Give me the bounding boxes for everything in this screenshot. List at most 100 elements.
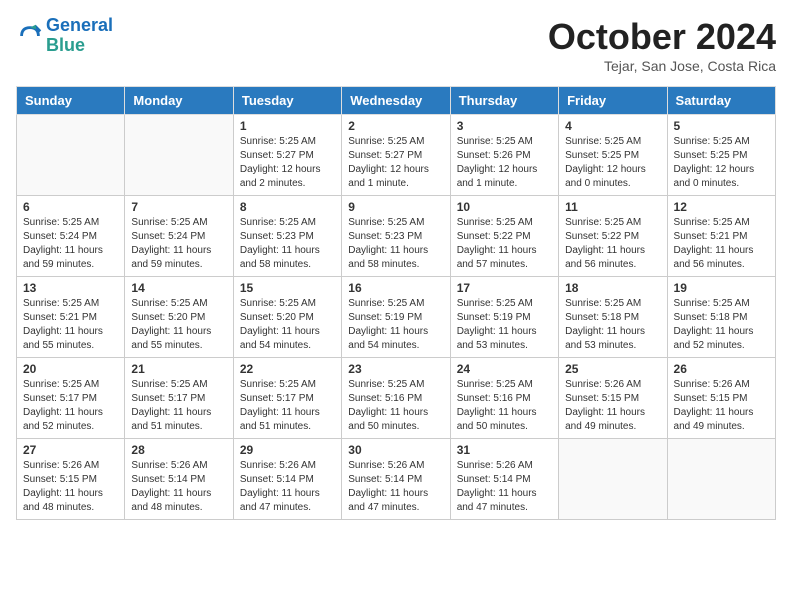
- day-cell: 10 Sunrise: 5:25 AM Sunset: 5:22 PM Dayli…: [450, 196, 558, 277]
- day-number: 5: [674, 119, 769, 133]
- day-info: Sunrise: 5:26 AM Sunset: 5:14 PM Dayligh…: [240, 459, 335, 515]
- day-info: Sunrise: 5:26 AM Sunset: 5:15 PM Dayligh…: [565, 378, 660, 434]
- day-number: 23: [348, 362, 443, 376]
- day-cell: 23 Sunrise: 5:25 AM Sunset: 5:16 PM Dayli…: [342, 358, 450, 439]
- day-info: Sunrise: 5:26 AM Sunset: 5:14 PM Dayligh…: [348, 459, 443, 515]
- day-number: 31: [457, 443, 552, 457]
- logo: General Blue: [16, 16, 113, 56]
- day-info: Sunrise: 5:25 AM Sunset: 5:25 PM Dayligh…: [565, 135, 660, 191]
- day-info: Sunrise: 5:25 AM Sunset: 5:19 PM Dayligh…: [457, 297, 552, 353]
- header-sunday: Sunday: [17, 87, 125, 115]
- day-info: Sunrise: 5:26 AM Sunset: 5:15 PM Dayligh…: [23, 459, 118, 515]
- day-cell: 6Sunrise: 5:25 AM Sunset: 5:24 PM Daylig…: [17, 196, 125, 277]
- day-cell: 4Sunrise: 5:25 AM Sunset: 5:25 PM Daylig…: [559, 115, 667, 196]
- day-cell: 21Sunrise: 5:25 AM Sunset: 5:17 PM Dayli…: [125, 358, 233, 439]
- day-number: 27: [23, 443, 118, 457]
- day-number: 17: [457, 281, 552, 295]
- day-number: 18: [565, 281, 660, 295]
- day-number: 29: [240, 443, 335, 457]
- day-number: 10: [457, 200, 552, 214]
- header-friday: Friday: [559, 87, 667, 115]
- day-info: Sunrise: 5:25 AM Sunset: 5:24 PM Dayligh…: [131, 216, 226, 272]
- day-cell: 29 Sunrise: 5:26 AM Sunset: 5:14 PM Dayli…: [233, 439, 341, 520]
- logo-icon: [16, 22, 44, 50]
- header-wednesday: Wednesday: [342, 87, 450, 115]
- day-info: Sunrise: 5:25 AM Sunset: 5:26 PM Dayligh…: [457, 135, 552, 191]
- day-cell: [17, 115, 125, 196]
- day-number: 12: [674, 200, 769, 214]
- day-info: Sunrise: 5:25 AM Sunset: 5:27 PM Dayligh…: [348, 135, 443, 191]
- day-info: Sunrise: 5:25 AM Sunset: 5:17 PM Dayligh…: [23, 378, 118, 434]
- day-number: 20: [23, 362, 118, 376]
- day-info: Sunrise: 5:26 AM Sunset: 5:14 PM Dayligh…: [131, 459, 226, 515]
- header-tuesday: Tuesday: [233, 87, 341, 115]
- day-number: 19: [674, 281, 769, 295]
- day-info: Sunrise: 5:26 AM Sunset: 5:14 PM Dayligh…: [457, 459, 552, 515]
- day-info: Sunrise: 5:25 AM Sunset: 5:20 PM Dayligh…: [131, 297, 226, 353]
- day-number: 14: [131, 281, 226, 295]
- week-row-2: 6 Sunrise: 5:25 AM Sunset: 5:24 PM Daylig…: [17, 196, 776, 277]
- day-number: 3: [457, 119, 552, 133]
- day-cell: 18Sunrise: 5:25 AM Sunset: 5:18 PM Dayli…: [559, 277, 667, 358]
- calendar-header-row: SundayMondayTuesdayWednesdayThursdayFrid…: [17, 87, 776, 115]
- day-cell: 27 Sunrise: 5:26 AM Sunset: 5:15 PM Dayli…: [17, 439, 125, 520]
- day-number: 1: [240, 119, 335, 133]
- day-info: Sunrise: 5:25 AM Sunset: 5:18 PM Dayligh…: [674, 297, 769, 353]
- day-cell: 19 Sunrise: 5:25 AM Sunset: 5:18 PM Dayli…: [667, 277, 775, 358]
- day-cell: [559, 439, 667, 520]
- day-number: 6: [23, 200, 118, 214]
- page-header: General Blue October 2024 Tejar, San Jos…: [16, 16, 776, 74]
- header-thursday: Thursday: [450, 87, 558, 115]
- month-title: October 2024: [548, 16, 776, 58]
- day-cell: 15 Sunrise: 5:25 AM Sunset: 5:20 PM Dayli…: [233, 277, 341, 358]
- day-cell: 11Sunrise: 5:25 AM Sunset: 5:22 PM Dayli…: [559, 196, 667, 277]
- day-cell: 7 Sunrise: 5:25 AM Sunset: 5:24 PM Daylig…: [125, 196, 233, 277]
- day-info: Sunrise: 5:25 AM Sunset: 5:16 PM Dayligh…: [457, 378, 552, 434]
- day-number: 8: [240, 200, 335, 214]
- day-number: 24: [457, 362, 552, 376]
- day-number: 25: [565, 362, 660, 376]
- day-number: 16: [348, 281, 443, 295]
- logo-text: General Blue: [46, 16, 113, 56]
- day-info: Sunrise: 5:25 AM Sunset: 5:21 PM Dayligh…: [674, 216, 769, 272]
- day-info: Sunrise: 5:25 AM Sunset: 5:23 PM Dayligh…: [348, 216, 443, 272]
- logo-line1: General: [46, 15, 113, 35]
- week-row-5: 27 Sunrise: 5:26 AM Sunset: 5:15 PM Dayli…: [17, 439, 776, 520]
- week-row-4: 20 Sunrise: 5:25 AM Sunset: 5:17 PM Dayli…: [17, 358, 776, 439]
- day-info: Sunrise: 5:25 AM Sunset: 5:22 PM Dayligh…: [457, 216, 552, 272]
- day-cell: 22Sunrise: 5:25 AM Sunset: 5:17 PM Dayli…: [233, 358, 341, 439]
- day-cell: 31 Sunrise: 5:26 AM Sunset: 5:14 PM Dayli…: [450, 439, 558, 520]
- day-info: Sunrise: 5:25 AM Sunset: 5:21 PM Dayligh…: [23, 297, 118, 353]
- day-cell: 2 Sunrise: 5:25 AM Sunset: 5:27 PM Daylig…: [342, 115, 450, 196]
- location-subtitle: Tejar, San Jose, Costa Rica: [548, 58, 776, 74]
- day-info: Sunrise: 5:25 AM Sunset: 5:20 PM Dayligh…: [240, 297, 335, 353]
- logo-line2: Blue: [46, 35, 85, 55]
- day-cell: 28 Sunrise: 5:26 AM Sunset: 5:14 PM Dayli…: [125, 439, 233, 520]
- day-cell: 3 Sunrise: 5:25 AM Sunset: 5:26 PM Daylig…: [450, 115, 558, 196]
- day-cell: 26Sunrise: 5:26 AM Sunset: 5:15 PM Dayli…: [667, 358, 775, 439]
- day-number: 21: [131, 362, 226, 376]
- day-info: Sunrise: 5:25 AM Sunset: 5:17 PM Dayligh…: [240, 378, 335, 434]
- day-cell: 14 Sunrise: 5:25 AM Sunset: 5:20 PM Dayli…: [125, 277, 233, 358]
- week-row-3: 13 Sunrise: 5:25 AM Sunset: 5:21 PM Dayli…: [17, 277, 776, 358]
- day-cell: 9 Sunrise: 5:25 AM Sunset: 5:23 PM Daylig…: [342, 196, 450, 277]
- day-number: 15: [240, 281, 335, 295]
- day-cell: 13 Sunrise: 5:25 AM Sunset: 5:21 PM Dayli…: [17, 277, 125, 358]
- day-number: 30: [348, 443, 443, 457]
- day-number: 7: [131, 200, 226, 214]
- day-info: Sunrise: 5:25 AM Sunset: 5:16 PM Dayligh…: [348, 378, 443, 434]
- day-info: Sunrise: 5:26 AM Sunset: 5:15 PM Dayligh…: [674, 378, 769, 434]
- day-cell: 5Sunrise: 5:25 AM Sunset: 5:25 PM Daylig…: [667, 115, 775, 196]
- title-block: October 2024 Tejar, San Jose, Costa Rica: [548, 16, 776, 74]
- header-saturday: Saturday: [667, 87, 775, 115]
- day-cell: 20 Sunrise: 5:25 AM Sunset: 5:17 PM Dayli…: [17, 358, 125, 439]
- day-info: Sunrise: 5:25 AM Sunset: 5:22 PM Dayligh…: [565, 216, 660, 272]
- week-row-1: 1 Sunrise: 5:25 AM Sunset: 5:27 PM Daylig…: [17, 115, 776, 196]
- day-number: 28: [131, 443, 226, 457]
- day-info: Sunrise: 5:25 AM Sunset: 5:23 PM Dayligh…: [240, 216, 335, 272]
- day-cell: 1Sunrise: 5:25 AM Sunset: 5:27 PM Daylig…: [233, 115, 341, 196]
- day-number: 2: [348, 119, 443, 133]
- header-monday: Monday: [125, 87, 233, 115]
- day-number: 13: [23, 281, 118, 295]
- day-number: 9: [348, 200, 443, 214]
